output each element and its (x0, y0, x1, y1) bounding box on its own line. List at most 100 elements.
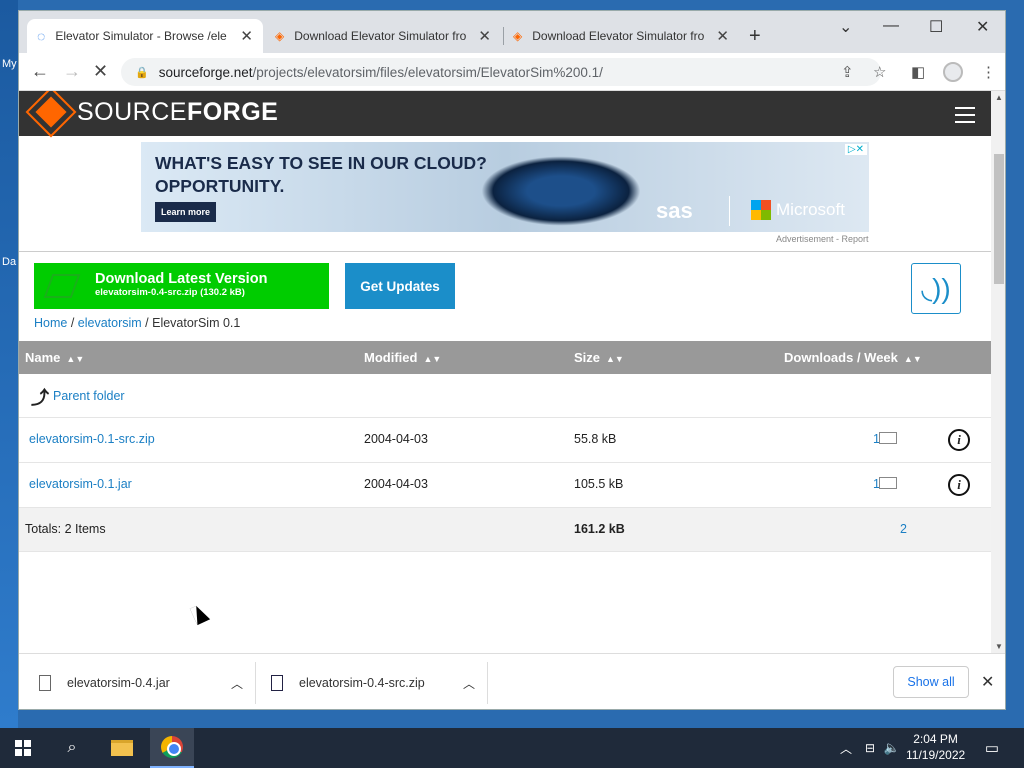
ad-sas-logo: sas (656, 198, 693, 223)
divider (487, 662, 488, 704)
sparkline-icon (879, 432, 897, 444)
search-icon[interactable]: ⌕ (50, 728, 94, 768)
file-icon (39, 675, 51, 691)
close-tab-icon[interactable]: ✕ (240, 27, 253, 45)
page-scrollbar[interactable]: ▲ ▼ (991, 91, 1005, 653)
divider (255, 662, 256, 704)
address-bar[interactable]: 🔒 sourceforge.net/projects/elevatorsim/f… (121, 58, 881, 86)
ad-label[interactable]: Advertisement - Report (776, 234, 869, 244)
clock[interactable]: 2:04 PM 11/19/2022 (906, 731, 965, 763)
get-updates-button[interactable]: Get Updates (345, 263, 455, 309)
file-link[interactable]: elevatorsim-0.1-src.zip (29, 432, 155, 446)
totals-size: 161.2 kB (574, 522, 625, 536)
new-tab-button[interactable]: + (749, 25, 761, 48)
ad-cubes-image (481, 156, 641, 226)
page-viewport: SOURCEFORGE WHAT'S EASY TO SEE IN OUR CL… (19, 91, 991, 653)
chevron-up-icon[interactable]: ︿ (463, 675, 475, 692)
column-size[interactable]: Size ▲▼ (574, 350, 624, 365)
logo-text: SOURCE (77, 97, 187, 126)
mouse-cursor (189, 602, 211, 626)
advertisement-banner[interactable]: WHAT'S EASY TO SEE IN OUR CLOUD? OPPORTUN… (141, 142, 869, 232)
breadcrumb-elevatorsim[interactable]: elevatorsim (78, 316, 142, 330)
table-row: elevatorsim-0.1.jar 2004-04-03 105.5 kB … (19, 463, 991, 508)
sort-icon: ▲▼ (903, 354, 922, 364)
column-modified[interactable]: Modified ▲▼ (364, 350, 441, 365)
browser-toolbar: ← → ✕ 🔒 sourceforge.net/projects/elevato… (19, 53, 1005, 91)
ad-learn-more-button[interactable]: Learn more (155, 202, 217, 222)
breadcrumb: Home / elevatorsim / ElevatorSim 0.1 (34, 316, 241, 330)
tray-chevron-icon[interactable]: ︿ (836, 728, 856, 768)
bookmark-star-icon[interactable]: ☆ (873, 63, 886, 81)
logo-text-bold: FORGE (186, 97, 279, 126)
file-explorer-icon[interactable] (100, 728, 144, 768)
breadcrumb-home[interactable]: Home (34, 316, 67, 330)
close-tab-icon[interactable]: ✕ (716, 27, 729, 45)
ad-divider (729, 196, 730, 226)
chrome-icon[interactable] (150, 728, 194, 768)
side-panel-icon[interactable]: ◧ (911, 63, 925, 81)
back-icon[interactable]: ← (31, 61, 49, 82)
download-main-label: Download Latest Version (95, 271, 268, 287)
microsoft-icon (751, 200, 771, 220)
totals-downloads: 2 (900, 522, 907, 536)
sourceforge-icon: ◈ (513, 29, 523, 43)
scrollbar-thumb[interactable] (994, 154, 1004, 284)
tab-download-2[interactable]: ◈ Download Elevator Simulator fro ✕ (503, 19, 739, 53)
volume-icon[interactable]: 🔈 (882, 728, 902, 768)
maximize-button[interactable]: ☐ (929, 17, 943, 37)
url-path: /projects/elevatorsim/files/elevatorsim/… (252, 64, 603, 80)
close-tab-icon[interactable]: ✕ (478, 27, 491, 45)
download-latest-button[interactable]: Download Latest Version elevatorsim-0.4-… (34, 263, 329, 309)
tab-title: Download Elevator Simulator fro (294, 29, 467, 43)
windows-icon (15, 740, 31, 756)
scroll-down-icon: ▼ (995, 642, 1003, 651)
start-button[interactable] (0, 728, 46, 768)
chevron-up-icon[interactable]: ︿ (231, 675, 243, 692)
hamburger-menu-icon[interactable] (955, 107, 975, 128)
clock-time: 2:04 PM (913, 732, 958, 746)
column-name[interactable]: Name ▲▼ (25, 350, 84, 365)
tab-strip: ◌ Elevator Simulator - Browse /ele ✕ ◈ D… (19, 11, 1005, 53)
ad-microsoft-logo: Microsoft (751, 200, 845, 220)
loading-icon: ◌ (37, 28, 46, 44)
download-filename: elevatorsim-0.4.jar (67, 676, 170, 690)
notifications-icon[interactable]: ▭ (980, 728, 1004, 768)
desktop-label: Da (2, 256, 17, 268)
file-modified: 2004-04-03 (364, 477, 428, 491)
close-downloads-icon[interactable]: ✕ (981, 672, 994, 692)
downloads-bar: elevatorsim-0.4.jar ︿ elevatorsim-0.4-sr… (19, 653, 1005, 709)
file-size: 55.8 kB (574, 432, 617, 446)
forward-icon[interactable]: → (63, 61, 81, 82)
share-icon[interactable]: ⇪ (841, 63, 854, 81)
download-item[interactable]: elevatorsim-0.4-src.zip ︿ (271, 654, 475, 709)
close-window-button[interactable]: ✕ (976, 17, 989, 37)
sourceforge-logo[interactable]: SOURCEFORGE (25, 91, 279, 138)
info-icon[interactable]: i (948, 429, 970, 451)
stop-icon[interactable]: ✕ (93, 61, 108, 82)
menu-dots-icon[interactable]: ⋮ (981, 63, 996, 81)
download-file-label: elevatorsim-0.4-src.zip (130.2 kB) (95, 287, 245, 298)
network-icon[interactable]: ⊟ (860, 728, 880, 768)
divider (19, 251, 991, 252)
download-item[interactable]: elevatorsim-0.4.jar ︿ (39, 654, 243, 709)
tab-search-button[interactable]: ⌄ (839, 17, 852, 37)
info-icon[interactable]: i (948, 474, 970, 496)
tab-download-1[interactable]: ◈ Download Elevator Simulator fro ✕ (265, 19, 501, 53)
rss-feed-icon[interactable]: ◟)) (911, 263, 961, 314)
sort-icon: ▲▼ (423, 354, 442, 364)
minimize-button[interactable]: — (883, 17, 899, 35)
profile-avatar[interactable] (943, 62, 963, 82)
scroll-up-icon: ▲ (995, 93, 1003, 102)
show-all-button[interactable]: Show all (893, 666, 969, 698)
tab-elevator-browse[interactable]: ◌ Elevator Simulator - Browse /ele ✕ (27, 19, 263, 53)
zip-icon (271, 675, 283, 691)
download-filename: elevatorsim-0.4-src.zip (299, 676, 425, 690)
tab-title: Elevator Simulator - Browse /ele (55, 29, 227, 43)
url-host: sourceforge.net (158, 64, 253, 80)
file-link[interactable]: elevatorsim-0.1.jar (29, 477, 132, 491)
adchoices-icon[interactable]: ▷✕ (844, 144, 867, 155)
parent-folder-link[interactable]: Parent folder (53, 389, 125, 403)
column-downloads[interactable]: Downloads / Week ▲▼ (784, 350, 922, 365)
parent-folder-row[interactable]: ⤴ Parent folder (19, 374, 991, 418)
sourceforge-logo-icon (25, 91, 77, 138)
